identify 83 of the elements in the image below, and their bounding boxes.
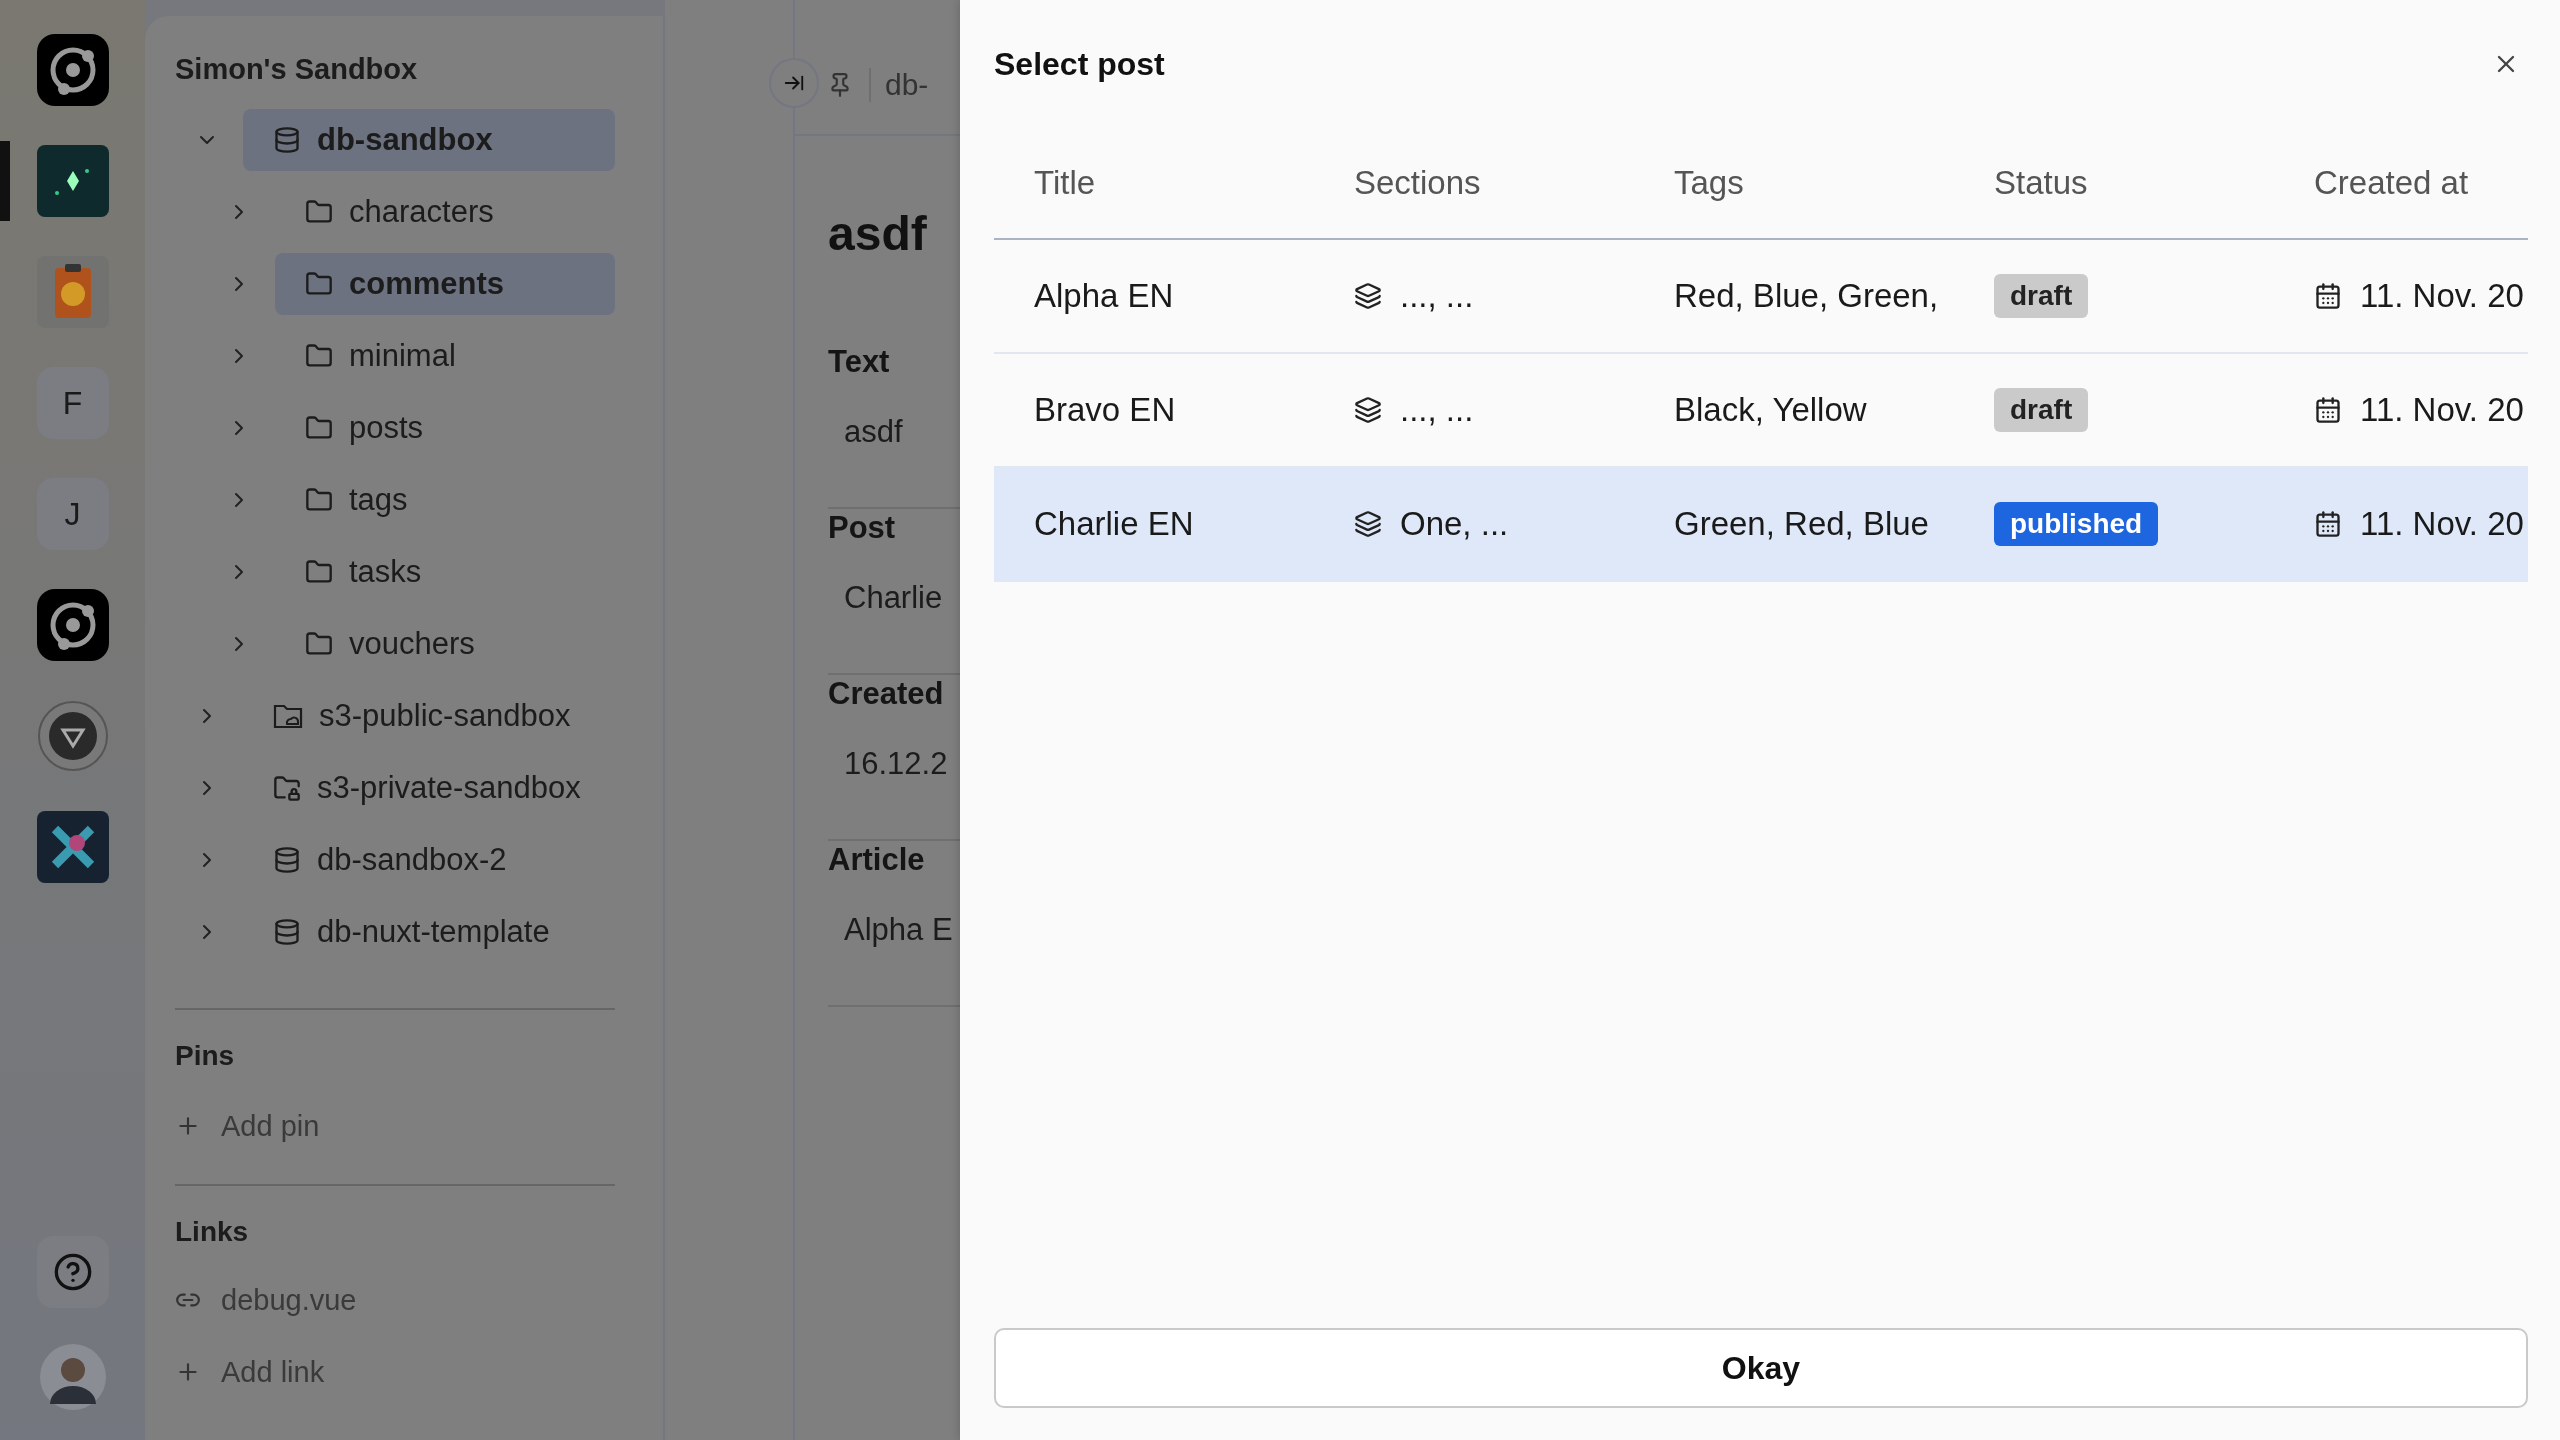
status-badge: draft (1994, 274, 2089, 318)
table-cell: 11. Nov. 20 (2360, 391, 2524, 429)
cloud-folder-icon (273, 702, 303, 730)
field-value[interactable]: Charlie (828, 573, 960, 623)
tree-item[interactable]: db-nuxt-template (243, 901, 615, 963)
folder-icon (305, 630, 333, 658)
field-label: Article (828, 841, 926, 879)
add-link-button[interactable]: Add link (175, 1336, 615, 1408)
avatar[interactable] (39, 1344, 106, 1410)
table-row[interactable]: Alpha EN ..., ... Red, Blue, Green, draft 11. Nov. 20 (994, 240, 2528, 354)
app-switcher-item[interactable]: J (0, 474, 145, 554)
table-cell: Charlie EN (1034, 505, 1194, 543)
table-cell: ..., ... (1400, 277, 1474, 315)
tree-item[interactable]: tasks (275, 541, 615, 603)
layers-icon (1354, 396, 1382, 424)
table-cell: One, ... (1400, 505, 1509, 543)
tree-item[interactable]: s3-public-sandbox (243, 685, 615, 747)
folder-icon (305, 558, 333, 586)
table-cell: Black, Yellow (1674, 391, 1867, 429)
help-icon[interactable] (52, 1252, 93, 1292)
folder-icon (305, 342, 333, 370)
folder-icon (305, 486, 333, 514)
tree-item[interactable]: tags (275, 469, 615, 531)
record-title: asdf (828, 206, 928, 261)
ring-logo-icon[interactable] (36, 589, 109, 661)
app-switcher-item[interactable]: F (0, 363, 145, 443)
cross-app-icon[interactable] (36, 811, 109, 883)
okay-button[interactable]: Okay (994, 1328, 2528, 1408)
tree-item[interactable]: db-sandbox (243, 109, 615, 171)
column-header: Status (1993, 164, 2089, 202)
table-cell: ..., ... (1400, 391, 1474, 429)
tree-item[interactable]: minimal (275, 325, 615, 387)
tree-item[interactable]: characters (275, 181, 615, 243)
clipboard-app-icon[interactable] (36, 256, 109, 328)
tree-item[interactable]: db-sandbox-2 (243, 829, 615, 891)
field-value[interactable]: asdf (828, 407, 960, 457)
breadcrumb[interactable]: db- (869, 68, 929, 102)
ring-logo-icon[interactable] (36, 34, 109, 106)
table-cell: Red, Blue, Green, (1674, 277, 1939, 315)
table-cell: Bravo EN (1034, 391, 1176, 429)
status-badge: draft (1994, 388, 2089, 432)
tree-item[interactable]: vouchers (275, 613, 615, 675)
column-header: Title (1033, 164, 1097, 202)
link-item[interactable]: debug.vue (175, 1264, 615, 1336)
add-pin-button[interactable]: Add pin (175, 1090, 615, 1162)
tree-item[interactable]: posts (275, 397, 615, 459)
column-header: Sections (1353, 164, 1482, 202)
field-value[interactable]: Alpha E (828, 905, 960, 955)
table-cell: Alpha EN (1034, 277, 1174, 315)
field-label: Text (828, 343, 891, 381)
database-icon (273, 126, 301, 154)
section-heading: Pins (175, 1039, 236, 1073)
table-cell: 11. Nov. 20 (2360, 505, 2524, 543)
layers-icon (1354, 510, 1382, 538)
tree-item[interactable]: comments (275, 253, 615, 315)
lock-folder-icon (273, 774, 301, 802)
column-header: Tags (1673, 164, 1745, 202)
database-icon (273, 846, 301, 874)
layers-icon (1354, 282, 1382, 310)
calendar-icon (2314, 510, 2342, 538)
table-row[interactable]: Charlie EN One, ... Green, Red, Blue published 11. Nov. 20 (994, 468, 2528, 582)
expand-panel-button[interactable] (769, 58, 819, 108)
field-label: Created (828, 675, 945, 713)
section-heading: Links (175, 1215, 250, 1249)
triangle-app-icon[interactable] (36, 700, 109, 772)
folder-icon (305, 414, 333, 442)
field-value[interactable]: 16.12.2 (828, 739, 960, 789)
letter-app-icon[interactable]: F (62, 384, 83, 422)
column-header: Created at (2313, 164, 2470, 202)
folder-icon (305, 270, 333, 298)
sparkle-app-icon[interactable] (36, 145, 109, 217)
table-cell: Green, Red, Blue (1674, 505, 1929, 543)
tree-item[interactable]: s3-private-sandbox (243, 757, 615, 819)
calendar-icon (2314, 396, 2342, 424)
field-label: Post (828, 509, 897, 547)
calendar-icon (2314, 282, 2342, 310)
folder-icon (305, 198, 333, 226)
letter-app-icon[interactable]: J (64, 495, 81, 533)
database-icon (273, 918, 301, 946)
workspace-title: Simon's Sandbox (175, 51, 419, 87)
dialog-title: Select post (994, 45, 1165, 83)
table-cell: 11. Nov. 20 (2360, 277, 2524, 315)
status-badge: published (1994, 502, 2159, 546)
